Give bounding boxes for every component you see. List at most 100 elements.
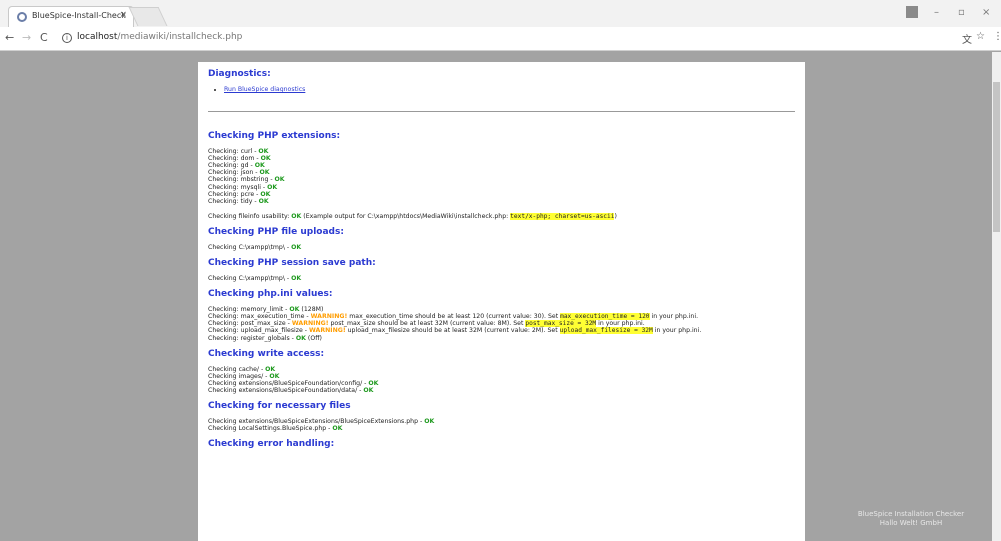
ok-status: OK xyxy=(295,334,306,342)
translate-icon[interactable]: ⽂ xyxy=(962,31,972,46)
check-label: Checking: memory_limit - xyxy=(208,306,290,314)
check-line: Checking: memory_limit - OK (128M) xyxy=(208,306,795,313)
check-label: Checking extensions/BlueSpiceFoundation/… xyxy=(208,379,369,387)
check-line: Checking: gd - OK xyxy=(208,162,795,169)
check-label: Checking fileinfo usability: xyxy=(208,212,292,220)
check-line: Checking extensions/BlueSpiceExtensions/… xyxy=(208,418,795,425)
address-bar[interactable]: i localhost/mediawiki/installcheck.php xyxy=(57,30,960,48)
install-check-page: Diagnostics: Run BlueSpice diagnostics C… xyxy=(198,62,805,541)
check-label: Checking C:\xampp\tmp\ - xyxy=(208,275,292,283)
ok-status: OK xyxy=(258,148,269,156)
ok-status: OK xyxy=(258,197,269,205)
session-heading: Checking PHP session save path: xyxy=(208,258,376,269)
check-detail: upload_max_filesize should be at least 3… xyxy=(345,327,560,335)
warning-status: WARNING! xyxy=(291,320,329,328)
check-label: Checking: upload_max_filesize - xyxy=(208,327,309,335)
diagnostics-list: Run BlueSpice diagnostics xyxy=(224,86,795,93)
check-detail: ) xyxy=(614,212,617,220)
footer-line: Hallo Welt! GmbH xyxy=(879,519,943,527)
check-line: Checking images/ - OK xyxy=(208,373,795,380)
page-scrollbar[interactable] xyxy=(992,52,1001,541)
check-line: Checking: mbstring - OK xyxy=(208,176,795,183)
write-access-list: Checking cache/ - OK Checking images/ - … xyxy=(208,366,795,394)
check-line: Checking extensions/BlueSpiceFoundation/… xyxy=(208,380,795,387)
necessary-files-heading: Checking for necessary files xyxy=(208,400,351,411)
check-label: Checking: curl - xyxy=(208,148,259,156)
run-diagnostics-link[interactable]: Run BlueSpice diagnostics xyxy=(224,86,305,93)
new-tab-button[interactable] xyxy=(128,7,168,26)
warning-status: WARNING! xyxy=(308,327,346,335)
check-line: Checking: dom - OK xyxy=(208,155,795,162)
error-handling-heading: Checking error handling: xyxy=(208,439,335,450)
highlighted-code: text/x-php; charset=us-ascii xyxy=(510,212,615,220)
url-path: /mediawiki/installcheck.php xyxy=(117,32,243,42)
browser-tab[interactable]: BlueSpice-Install-Check × xyxy=(8,6,134,27)
favicon-icon xyxy=(17,12,27,22)
ok-status: OK xyxy=(363,386,374,394)
check-detail: post_max_size should be at least 32M (cu… xyxy=(328,320,526,328)
list-item: Run BlueSpice diagnostics xyxy=(224,86,795,93)
check-label: Checking: gd - xyxy=(208,162,255,170)
check-line: Checking: json - OK xyxy=(208,169,795,176)
check-label: Checking C:\xampp\tmp\ - xyxy=(208,243,292,251)
check-label: Checking: max_execution_time - xyxy=(208,313,311,321)
check-detail: in your php.ini. xyxy=(652,327,702,335)
browser-toolbar: ← → C i localhost/mediawiki/installcheck… xyxy=(0,27,1001,51)
footer-line: BlueSpice Installation Checker xyxy=(857,510,965,518)
fileinfo-line: Checking fileinfo usability: OK (Example… xyxy=(208,212,795,220)
check-label: Checking: json - xyxy=(208,169,260,177)
check-line: Checking C:\xampp\tmp\ - OK xyxy=(208,275,795,282)
restore-icon[interactable]: ▫ xyxy=(958,7,965,18)
check-detail: (Off) xyxy=(305,334,322,342)
check-line: Checking: tidy - OK xyxy=(208,198,795,205)
ok-status: OK xyxy=(260,190,271,198)
ini-heading: Checking php.ini values: xyxy=(208,289,333,300)
divider xyxy=(208,111,795,113)
check-line: Checking: mysqli - OK xyxy=(208,184,795,191)
check-label: Checking: post_max_size - xyxy=(208,320,292,328)
footer-credit: BlueSpice Installation Checker Hallo Wel… xyxy=(836,510,986,528)
back-icon[interactable]: ← xyxy=(5,31,14,44)
check-label: Checking: register_globals - xyxy=(208,334,296,342)
ok-status: OK xyxy=(274,176,285,184)
check-label: Checking: mbstring - xyxy=(208,176,275,184)
ok-status: OK xyxy=(259,169,270,177)
check-detail: (Example output for C:\xampp\htdocs\Medi… xyxy=(301,212,511,220)
ok-status: OK xyxy=(368,379,379,387)
minimize-icon[interactable]: – xyxy=(934,7,939,18)
forward-icon[interactable]: → xyxy=(22,31,31,44)
reload-icon[interactable]: C xyxy=(40,31,48,44)
ok-status: OK xyxy=(424,417,435,425)
ok-status: OK xyxy=(291,243,302,251)
bookmark-star-icon[interactable]: ☆ xyxy=(976,31,985,42)
url-text: localhost/mediawiki/installcheck.php xyxy=(77,32,242,42)
tab-strip: BlueSpice-Install-Check × – ▫ × xyxy=(0,0,1001,27)
tab-close-icon[interactable]: × xyxy=(119,10,127,20)
check-line: Checking: curl - OK xyxy=(208,148,795,155)
check-label: Checking: tidy - xyxy=(208,197,259,205)
warning-status: WARNING! xyxy=(310,313,348,321)
window-close-icon[interactable]: × xyxy=(982,7,990,18)
info-icon[interactable]: i xyxy=(62,33,72,43)
check-label: Checking: mysqli - xyxy=(208,183,268,191)
ok-status: OK xyxy=(289,306,300,314)
diagnostics-heading: Diagnostics: xyxy=(208,69,271,79)
check-detail: (128M) xyxy=(299,306,324,314)
tab-title: BlueSpice-Install-Check xyxy=(32,11,126,20)
check-line: Checking: upload_max_filesize - WARNING!… xyxy=(208,327,795,335)
check-line: Checking extensions/BlueSpiceFoundation/… xyxy=(208,387,795,394)
check-detail: in your php.ini. xyxy=(596,320,645,328)
highlighted-code: max_execution_time = 120 xyxy=(560,313,650,321)
user-profile-icon[interactable] xyxy=(906,6,918,18)
check-label: Checking: pcre - xyxy=(208,190,261,198)
uploads-heading: Checking PHP file uploads: xyxy=(208,226,344,237)
ok-status: OK xyxy=(267,183,278,191)
check-line: Checking: post_max_size - WARNING! post_… xyxy=(208,320,795,328)
check-detail: max_execution_time should be at least 12… xyxy=(347,313,561,321)
highlighted-code: upload_max_filesize = 32M xyxy=(559,327,653,335)
ok-status: OK xyxy=(269,372,280,380)
menu-icon[interactable]: ⋮ xyxy=(993,31,1001,42)
check-line: Checking C:\xampp\tmp\ - OK xyxy=(208,244,795,251)
php-extensions-heading: Checking PHP extensions: xyxy=(208,131,341,142)
scrollbar-thumb[interactable] xyxy=(993,82,1000,232)
